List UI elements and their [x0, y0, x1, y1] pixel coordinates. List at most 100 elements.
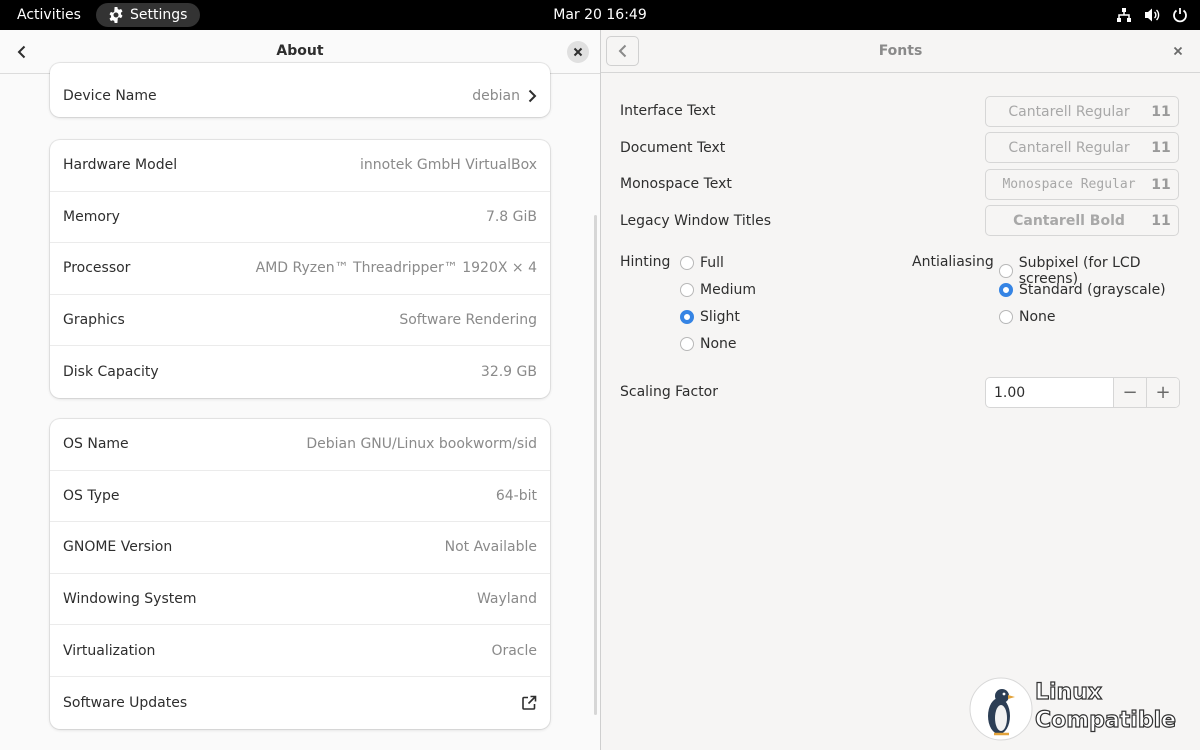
network-icon — [1117, 8, 1131, 22]
interface-text-label: Interface Text — [620, 103, 716, 119]
os-type-row: OS Type 64-bit — [50, 471, 550, 523]
monospace-font-button[interactable]: Monospace Regular 11 — [985, 169, 1179, 200]
close-icon — [1173, 46, 1183, 56]
close-icon — [573, 47, 583, 57]
graphics-row: Graphics Software Rendering — [50, 295, 550, 347]
device-name-row[interactable]: Device Name debian — [50, 63, 550, 117]
disk-capacity-row: Disk Capacity 32.9 GB — [50, 346, 550, 398]
system-tray[interactable] — [1112, 3, 1192, 27]
os-name-row: OS Name Debian GNU/Linux bookworm/sid — [50, 419, 550, 471]
radio-indicator — [680, 337, 694, 351]
row-value: Wayland — [476, 591, 537, 608]
hinting-medium-radio[interactable]: Medium — [680, 282, 756, 298]
activities-button[interactable]: Activities — [5, 3, 93, 27]
font-size: 11 — [1151, 139, 1171, 156]
gear-icon — [109, 7, 123, 23]
external-link-icon — [522, 695, 537, 710]
row-label: Windowing System — [63, 591, 197, 608]
volume-icon — [1145, 8, 1160, 22]
memory-row: Memory 7.8 GiB — [50, 192, 550, 244]
hardware-card: Hardware Model innotek GmbH VirtualBox Me… — [50, 140, 550, 398]
clock[interactable]: Mar 20 16:49 — [540, 3, 660, 27]
watermark-line2: Compatible — [1034, 707, 1177, 733]
row-value: debian — [472, 88, 520, 104]
fonts-close-button[interactable] — [1169, 42, 1187, 60]
gnome-version-row: GNOME Version Not Available — [50, 522, 550, 574]
increment-button[interactable]: + — [1146, 378, 1179, 407]
decrement-button[interactable]: − — [1113, 378, 1146, 407]
font-name: Cantarell Bold — [1013, 212, 1125, 229]
document-font-button[interactable]: Cantarell Regular 11 — [985, 132, 1179, 163]
scrollbar[interactable] — [594, 215, 597, 715]
row-value: 32.9 GB — [480, 364, 537, 381]
close-button[interactable] — [567, 41, 589, 63]
hardware-model-row: Hardware Model innotek GmbH VirtualBox — [50, 140, 550, 192]
software-updates-row[interactable]: Software Updates — [50, 677, 550, 729]
app-menu-button[interactable]: Settings — [96, 3, 201, 27]
chevron-right-icon — [528, 89, 537, 103]
row-label: Memory — [63, 208, 120, 225]
os-card: OS Name Debian GNU/Linux bookworm/sid OS … — [50, 419, 550, 729]
row-value: AMD Ryzen™ Threadripper™ 1920X × 4 — [255, 260, 537, 277]
watermark-logo: Linux Compatible — [968, 676, 1183, 742]
font-name: Cantarell Regular — [1008, 139, 1130, 156]
row-value: Oracle — [491, 642, 537, 659]
row-value: Software Rendering — [399, 312, 537, 329]
monospace-text-label: Monospace Text — [620, 176, 732, 192]
row-value: 7.8 GiB — [485, 208, 537, 225]
row-label: Hardware Model — [63, 157, 178, 174]
document-text-label: Document Text — [620, 140, 726, 156]
font-size: 11 — [1151, 176, 1171, 193]
row-label: Processor — [63, 260, 131, 277]
font-size: 11 — [1151, 103, 1171, 120]
scaling-factor-input[interactable]: 1.00 — [986, 385, 1113, 401]
row-value: innotek GmbH VirtualBox — [360, 157, 537, 174]
row-label: Device Name — [63, 88, 157, 104]
antialiasing-standard-radio[interactable]: Standard (grayscale) — [999, 282, 1166, 298]
antialiasing-label: Antialiasing — [912, 254, 994, 270]
hinting-slight-radio[interactable]: Slight — [680, 309, 740, 325]
legacy-window-titles-label: Legacy Window Titles — [620, 213, 772, 229]
radio-indicator — [999, 310, 1013, 324]
antialiasing-none-radio[interactable]: None — [999, 309, 1056, 325]
radio-label: Full — [700, 255, 724, 271]
font-size: 11 — [1151, 212, 1171, 229]
hinting-label: Hinting — [620, 254, 671, 270]
row-label: Disk Capacity — [63, 364, 159, 381]
row-value: Not Available — [444, 539, 537, 556]
row-label: OS Type — [63, 487, 120, 504]
row-label: GNOME Version — [63, 539, 173, 556]
app-name: Settings — [130, 7, 188, 23]
fonts-window: Fonts Interface Text Cantarell Regular 1… — [601, 30, 1200, 750]
radio-label: Slight — [700, 309, 740, 325]
row-label: Software Updates — [63, 694, 188, 711]
interface-font-button[interactable]: Cantarell Regular 11 — [985, 96, 1179, 127]
windowing-system-row: Windowing System Wayland — [50, 574, 550, 626]
row-value: Debian GNU/Linux bookworm/sid — [306, 436, 537, 453]
page-title: About — [276, 43, 324, 59]
radio-label: Standard (grayscale) — [1019, 282, 1166, 298]
radio-label: Medium — [700, 282, 756, 298]
scaling-factor-label: Scaling Factor — [620, 384, 719, 400]
virtualization-row: Virtualization Oracle — [50, 625, 550, 677]
fonts-title: Fonts — [878, 43, 923, 59]
about-window: About Device Name debian Hardware Model i… — [0, 30, 600, 750]
radio-indicator — [680, 283, 694, 297]
fonts-header-bar: Fonts — [601, 30, 1200, 73]
row-value: 64-bit — [495, 487, 537, 504]
row-label: Graphics — [63, 312, 125, 329]
scaling-factor-spinbutton[interactable]: 1.00 − + — [985, 377, 1180, 408]
legacy-font-button[interactable]: Cantarell Bold 11 — [985, 205, 1179, 236]
radio-label: None — [700, 336, 737, 352]
font-name: Monospace Regular — [1002, 177, 1136, 192]
device-card: Device Name debian — [50, 63, 550, 117]
radio-indicator — [680, 256, 694, 270]
row-label: OS Name — [63, 436, 129, 453]
penguin-logo-icon — [969, 677, 1033, 741]
radio-indicator-selected — [999, 283, 1013, 297]
about-content[interactable]: Device Name debian Hardware Model innotek… — [0, 63, 600, 750]
row-label: Virtualization — [63, 642, 156, 659]
hinting-none-radio[interactable]: None — [680, 336, 737, 352]
font-name: Cantarell Regular — [1008, 103, 1130, 120]
hinting-full-radio[interactable]: Full — [680, 255, 724, 271]
